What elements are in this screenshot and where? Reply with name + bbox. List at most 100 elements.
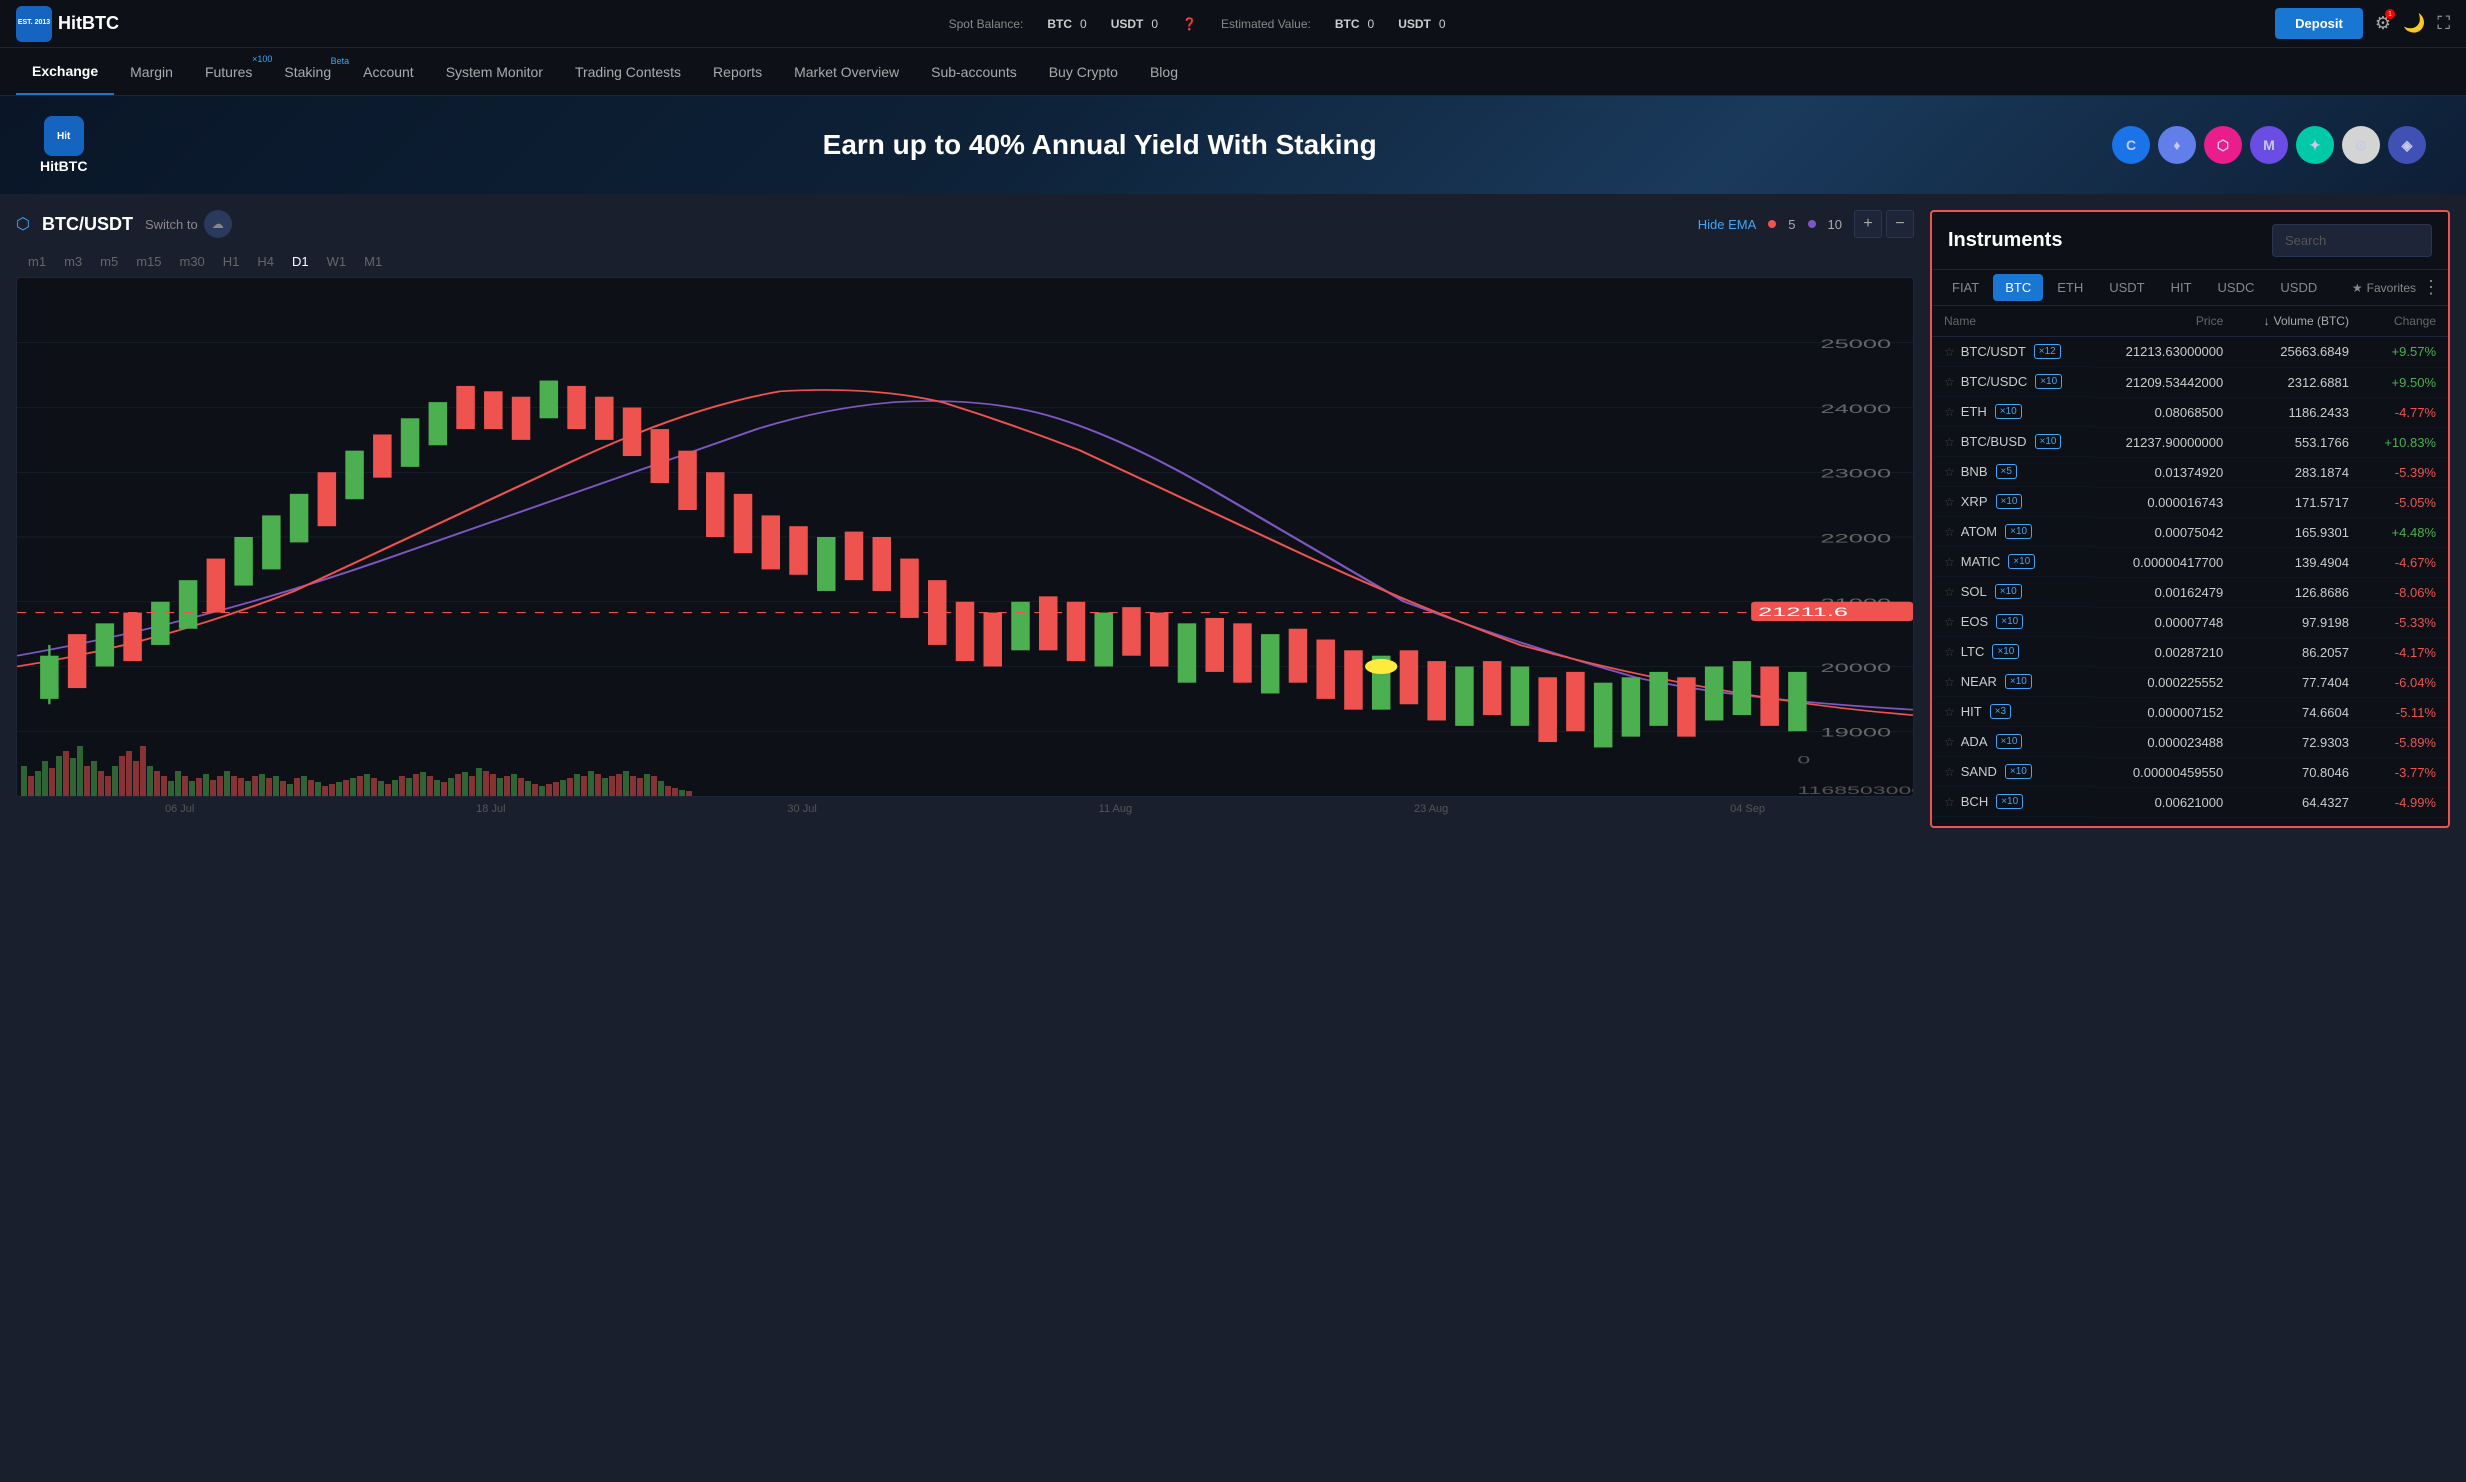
nav-item-blog[interactable]: Blog — [1134, 50, 1194, 94]
nav-item-system-monitor[interactable]: System Monitor — [430, 50, 559, 94]
star-icon[interactable]: ☆ — [1944, 645, 1955, 659]
nav-item-market-overview[interactable]: Market Overview — [778, 50, 915, 94]
volume-cell: 63.6611 — [2235, 817, 2361, 826]
filter-tab-usdc[interactable]: USDC — [2206, 274, 2267, 301]
volume-cell: 77.7404 — [2235, 667, 2361, 697]
date-label-4: 11 Aug — [1099, 803, 1132, 815]
filter-tab-eth[interactable]: ETH — [2045, 274, 2095, 301]
table-row[interactable]: ☆ EOS ×10 0.00007748 97.9198 -5.33% — [1932, 607, 2448, 637]
time-m1-big[interactable]: M1 — [356, 250, 390, 273]
favorites-tab[interactable]: ★ Favorites — [2352, 281, 2416, 295]
star-icon[interactable]: ☆ — [1944, 735, 1955, 749]
change-cell: +9.32% — [2361, 817, 2448, 826]
more-options-button[interactable]: ⋮ — [2422, 277, 2440, 298]
table-row[interactable]: ☆ MATIC ×10 0.00000417700 139.4904 -4.67… — [1932, 547, 2448, 577]
price-cell: 21207.95000000 — [2095, 817, 2235, 826]
star-icon[interactable]: ☆ — [1944, 825, 1955, 827]
table-row[interactable]: ☆ ATOM ×10 0.00075042 165.9301 +4.48% — [1932, 517, 2448, 547]
star-icon[interactable]: ☆ — [1944, 765, 1955, 779]
star-icon[interactable]: ☆ — [1944, 465, 1955, 479]
table-row[interactable]: ☆ BTC/USDC ×10 21209.53442000 2312.6881 … — [1932, 367, 2448, 397]
time-m30[interactable]: m30 — [171, 250, 212, 273]
star-icon[interactable]: ☆ — [1944, 525, 1955, 539]
filter-tab-usdt[interactable]: USDT — [2097, 274, 2156, 301]
table-row[interactable]: ☆ ADA ×10 0.000023488 72.9303 -5.89% — [1932, 727, 2448, 757]
star-icon[interactable]: ☆ — [1944, 375, 1955, 389]
nav-item-sub-accounts[interactable]: Sub-accounts — [915, 50, 1033, 94]
coin-icon-c: C — [2112, 126, 2150, 164]
main-content: ⬡ BTC/USDT Switch to ☁ Hide EMA 5 10 + −… — [0, 194, 2466, 844]
star-icon[interactable]: ☆ — [1944, 405, 1955, 419]
table-row[interactable]: ☆ NEAR ×10 0.000225552 77.7404 -6.04% — [1932, 667, 2448, 697]
nav-item-account[interactable]: Account — [347, 50, 430, 94]
filter-tab-hit[interactable]: HIT — [2159, 274, 2204, 301]
coin-icon-m: M — [2250, 126, 2288, 164]
zoom-in-button[interactable]: + — [1854, 210, 1882, 238]
instrument-name: SOL — [1961, 584, 1987, 599]
star-icon[interactable]: ☆ — [1944, 495, 1955, 509]
nav-item-futures[interactable]: Futures ×100 — [189, 50, 268, 94]
switch-icon: ☁ — [204, 210, 232, 238]
chart-header: ⬡ BTC/USDT Switch to ☁ Hide EMA 5 10 + − — [16, 210, 1914, 238]
expand-button[interactable]: ⛶ — [2437, 13, 2450, 34]
time-m1[interactable]: m1 — [20, 250, 54, 273]
change-cell: -5.39% — [2361, 457, 2448, 487]
star-icon[interactable]: ☆ — [1944, 675, 1955, 689]
time-w1[interactable]: W1 — [319, 250, 355, 273]
instrument-name-cell: ☆ BNB ×5 — [1932, 457, 2095, 487]
star-icon[interactable]: ☆ — [1944, 435, 1955, 449]
filter-tab-btc[interactable]: BTC — [1993, 274, 2043, 301]
usdt-balance: USDT 0 — [1111, 17, 1158, 31]
star-icon[interactable]: ☆ — [1944, 345, 1955, 359]
settings-button[interactable]: ⚙ 1 — [2375, 13, 2391, 34]
table-row[interactable]: ☆ SAND ×10 0.00000459550 70.8046 -3.77% — [1932, 757, 2448, 787]
filter-tab-fiat[interactable]: FIAT — [1940, 274, 1991, 301]
star-icon[interactable]: ☆ — [1944, 705, 1955, 719]
time-h4[interactable]: H4 — [249, 250, 282, 273]
star-icon[interactable]: ☆ — [1944, 615, 1955, 629]
nav-item-staking[interactable]: Staking Beta — [268, 50, 347, 94]
table-row[interactable]: ☆ HIT ×3 0.000007152 74.6604 -5.11% — [1932, 697, 2448, 727]
volume-cell: 25663.6849 — [2235, 337, 2361, 368]
nav-item-exchange[interactable]: Exchange — [16, 49, 114, 95]
nav-item-trading-contests[interactable]: Trading Contests — [559, 50, 697, 94]
star-icon[interactable]: ☆ — [1944, 585, 1955, 599]
table-row[interactable]: ☆ ETH ×10 0.08068500 1186.2433 -4.77% — [1932, 397, 2448, 427]
table-row[interactable]: ☆ BCH ×10 0.00621000 64.4327 -4.99% — [1932, 787, 2448, 817]
table-row[interactable]: ☆ BTC/BUSD ×10 21237.90000000 553.1766 +… — [1932, 427, 2448, 457]
time-d1[interactable]: D1 — [284, 250, 317, 273]
star-icon[interactable]: ☆ — [1944, 795, 1955, 809]
search-input[interactable] — [2272, 224, 2432, 257]
change-cell: -5.05% — [2361, 487, 2448, 517]
table-row[interactable]: ☆ SOL ×10 0.00162479 126.8686 -8.06% — [1932, 577, 2448, 607]
leverage-badge: ×10 — [2005, 524, 2032, 539]
nav-item-reports[interactable]: Reports — [697, 50, 778, 94]
zoom-out-button[interactable]: − — [1886, 210, 1914, 238]
settings-badge: 1 — [2385, 9, 2395, 19]
switch-to-area[interactable]: Switch to ☁ — [145, 210, 232, 238]
table-row[interactable]: ☆ BTC/EURS 21207.95000000 63.6611 +9.32% — [1932, 817, 2448, 826]
table-row[interactable]: ☆ XRP ×10 0.000016743 171.5717 -5.05% — [1932, 487, 2448, 517]
time-m5[interactable]: m5 — [92, 250, 126, 273]
table-row[interactable]: ☆ LTC ×10 0.00287210 86.2057 -4.17% — [1932, 637, 2448, 667]
table-row[interactable]: ☆ BNB ×5 0.01374920 283.1874 -5.39% — [1932, 457, 2448, 487]
staking-banner[interactable]: Hit HitBTC Earn up to 40% Annual Yield W… — [0, 96, 2466, 194]
help-icon[interactable]: ❓ — [1182, 17, 1197, 31]
nav-item-margin[interactable]: Margin — [114, 50, 189, 94]
table-row[interactable]: ☆ BTC/USDT ×12 21213.63000000 25663.6849… — [1932, 337, 2448, 368]
filter-tab-usdd[interactable]: USDD — [2268, 274, 2329, 301]
time-h1[interactable]: H1 — [215, 250, 248, 273]
nav-item-buy-crypto[interactable]: Buy Crypto — [1033, 50, 1134, 94]
change-cell: -4.17% — [2361, 637, 2448, 667]
time-m15[interactable]: m15 — [128, 250, 169, 273]
deposit-button[interactable]: Deposit — [2275, 8, 2363, 39]
star-icon[interactable]: ☆ — [1944, 555, 1955, 569]
price-cell: 0.000225552 — [2095, 667, 2235, 697]
ema5-dot — [1768, 220, 1776, 228]
hide-ema-button[interactable]: Hide EMA — [1698, 217, 1757, 232]
instrument-name: BTC/EURS — [1961, 824, 2027, 826]
main-nav: Exchange Margin Futures ×100 Staking Bet… — [0, 48, 2466, 96]
col-volume[interactable]: ↓Volume (BTC) — [2235, 306, 2361, 337]
theme-toggle-button[interactable]: 🌙 — [2403, 13, 2425, 34]
time-m3[interactable]: m3 — [56, 250, 90, 273]
